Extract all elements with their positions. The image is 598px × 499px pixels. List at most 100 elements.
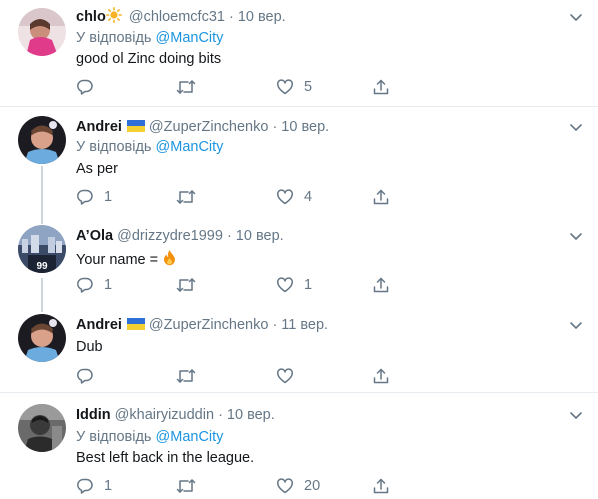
share-icon <box>373 189 389 205</box>
chevron-down-icon[interactable] <box>568 317 584 333</box>
like-button[interactable]: 1 <box>276 275 312 295</box>
chevron-down-icon[interactable] <box>568 228 584 244</box>
handle[interactable]: @ZuperZinchenko <box>149 119 269 135</box>
retweet-icon <box>176 190 196 204</box>
heart-icon <box>277 368 293 384</box>
heart-icon <box>277 79 293 95</box>
reply-icon <box>77 478 93 494</box>
tweet-header: Iddin @khairyizuddin · 10 вер. <box>76 406 275 424</box>
reply-count: 1 <box>104 189 113 205</box>
fire-emoji-icon <box>164 250 176 266</box>
retweet-button[interactable] <box>176 77 196 97</box>
retweet-button[interactable] <box>176 476 196 496</box>
share-icon <box>373 79 389 95</box>
tweet[interactable]: Andrei @ZuperZinchenko · 10 вер. У відпов… <box>0 108 598 214</box>
share-button[interactable] <box>372 187 390 207</box>
avatar[interactable] <box>18 404 66 452</box>
retweet-icon <box>176 278 196 292</box>
svg-text:99: 99 <box>36 261 48 272</box>
retweet-button[interactable] <box>176 275 196 295</box>
like-count: 20 <box>304 478 321 494</box>
mention-link[interactable]: @ManCity <box>156 429 224 445</box>
like-count: 4 <box>304 189 313 205</box>
reply-icon <box>77 368 93 384</box>
reply-icon <box>77 277 93 293</box>
tweet[interactable]: 99 A’Ola @drizzydre1999 · 10 вер. Your n… <box>0 216 598 304</box>
handle[interactable]: @ZuperZinchenko <box>149 317 269 333</box>
timestamp[interactable]: · 10 вер. <box>227 228 284 244</box>
reply-context: У відповідь @ManCity <box>76 29 223 47</box>
tweet-header: Andrei @ZuperZinchenko · 10 вер. <box>76 118 329 136</box>
sun-emoji-icon <box>105 7 122 23</box>
tweet-text: Best left back in the league. <box>76 450 255 466</box>
reply-icon <box>77 189 93 205</box>
timestamp[interactable]: · 10 вер. <box>218 407 275 423</box>
reply-prefix: У відповідь <box>76 30 152 46</box>
retweet-icon <box>176 479 196 493</box>
heart-icon <box>277 189 293 205</box>
display-name[interactable]: chlo <box>76 9 106 25</box>
ukraine-flag-icon <box>126 120 145 132</box>
chevron-down-icon[interactable] <box>568 9 584 25</box>
reply-icon <box>77 79 93 95</box>
tweet[interactable]: chlo @chloemcfc31 · 10 вер. У відповідь … <box>0 0 598 107</box>
share-button[interactable] <box>372 366 390 386</box>
retweet-button[interactable] <box>176 187 196 207</box>
reply-prefix: У відповідь <box>76 429 152 445</box>
ukraine-flag-icon <box>126 318 145 330</box>
share-button[interactable] <box>372 476 390 496</box>
timestamp[interactable]: · 10 вер. <box>272 119 329 135</box>
reply-context: У відповідь @ManCity <box>76 428 223 446</box>
tweet-header: Andrei @ZuperZinchenko · 11 вер. <box>76 316 328 334</box>
timestamp[interactable]: · 10 вер. <box>229 9 286 25</box>
tweet[interactable]: Andrei @ZuperZinchenko · 11 вер. Dub <box>0 304 598 393</box>
avatar[interactable] <box>18 8 66 56</box>
share-icon <box>373 277 389 293</box>
tweet-text: As per <box>76 161 118 177</box>
avatar[interactable] <box>18 116 66 164</box>
avatar[interactable] <box>18 314 66 362</box>
handle[interactable]: @chloemcfc31 <box>129 9 225 25</box>
like-count: 1 <box>304 277 313 293</box>
mention-link[interactable]: @ManCity <box>156 30 224 46</box>
retweet-icon <box>176 80 196 94</box>
heart-icon <box>277 478 293 494</box>
reply-context: У відповідь @ManCity <box>76 138 223 156</box>
handle[interactable]: @khairyizuddin <box>115 407 214 423</box>
timestamp[interactable]: · 11 вер. <box>272 317 328 333</box>
tweet-text-body: Your name = <box>76 252 159 268</box>
retweet-button[interactable] <box>176 366 196 386</box>
chevron-down-icon[interactable] <box>568 407 584 423</box>
like-button[interactable] <box>276 366 304 386</box>
handle[interactable]: @drizzydre1999 <box>117 228 223 244</box>
reply-button[interactable]: 1 <box>76 476 112 496</box>
like-button[interactable]: 20 <box>276 476 320 496</box>
reply-button[interactable] <box>76 366 104 386</box>
tweet-header: A’Ola @drizzydre1999 · 10 вер. <box>76 227 284 245</box>
reply-prefix: У відповідь <box>76 139 152 155</box>
like-button[interactable]: 4 <box>276 187 312 207</box>
reply-count: 1 <box>104 478 113 494</box>
tweet-text: good ol Zinc doing bits <box>76 51 222 67</box>
reply-count: 1 <box>104 277 113 293</box>
display-name[interactable]: Iddin <box>76 407 111 423</box>
avatar[interactable]: 99 <box>18 225 66 273</box>
display-name[interactable]: Andrei <box>76 119 122 135</box>
share-button[interactable] <box>372 77 390 97</box>
tweet[interactable]: Iddin @khairyizuddin · 10 вер. У відпові… <box>0 394 598 499</box>
tweet-text: Your name = <box>76 249 178 269</box>
like-count: 5 <box>304 79 313 95</box>
heart-icon <box>277 277 293 293</box>
reply-button[interactable]: 1 <box>76 187 112 207</box>
display-name[interactable]: A’Ola <box>76 228 113 244</box>
share-icon <box>373 368 389 384</box>
display-name[interactable]: Andrei <box>76 317 122 333</box>
reply-button[interactable]: 1 <box>76 275 112 295</box>
reply-button[interactable] <box>76 77 104 97</box>
share-icon <box>373 478 389 494</box>
retweet-icon <box>176 369 196 383</box>
chevron-down-icon[interactable] <box>568 119 584 135</box>
share-button[interactable] <box>372 275 390 295</box>
mention-link[interactable]: @ManCity <box>156 139 224 155</box>
like-button[interactable]: 5 <box>276 77 312 97</box>
